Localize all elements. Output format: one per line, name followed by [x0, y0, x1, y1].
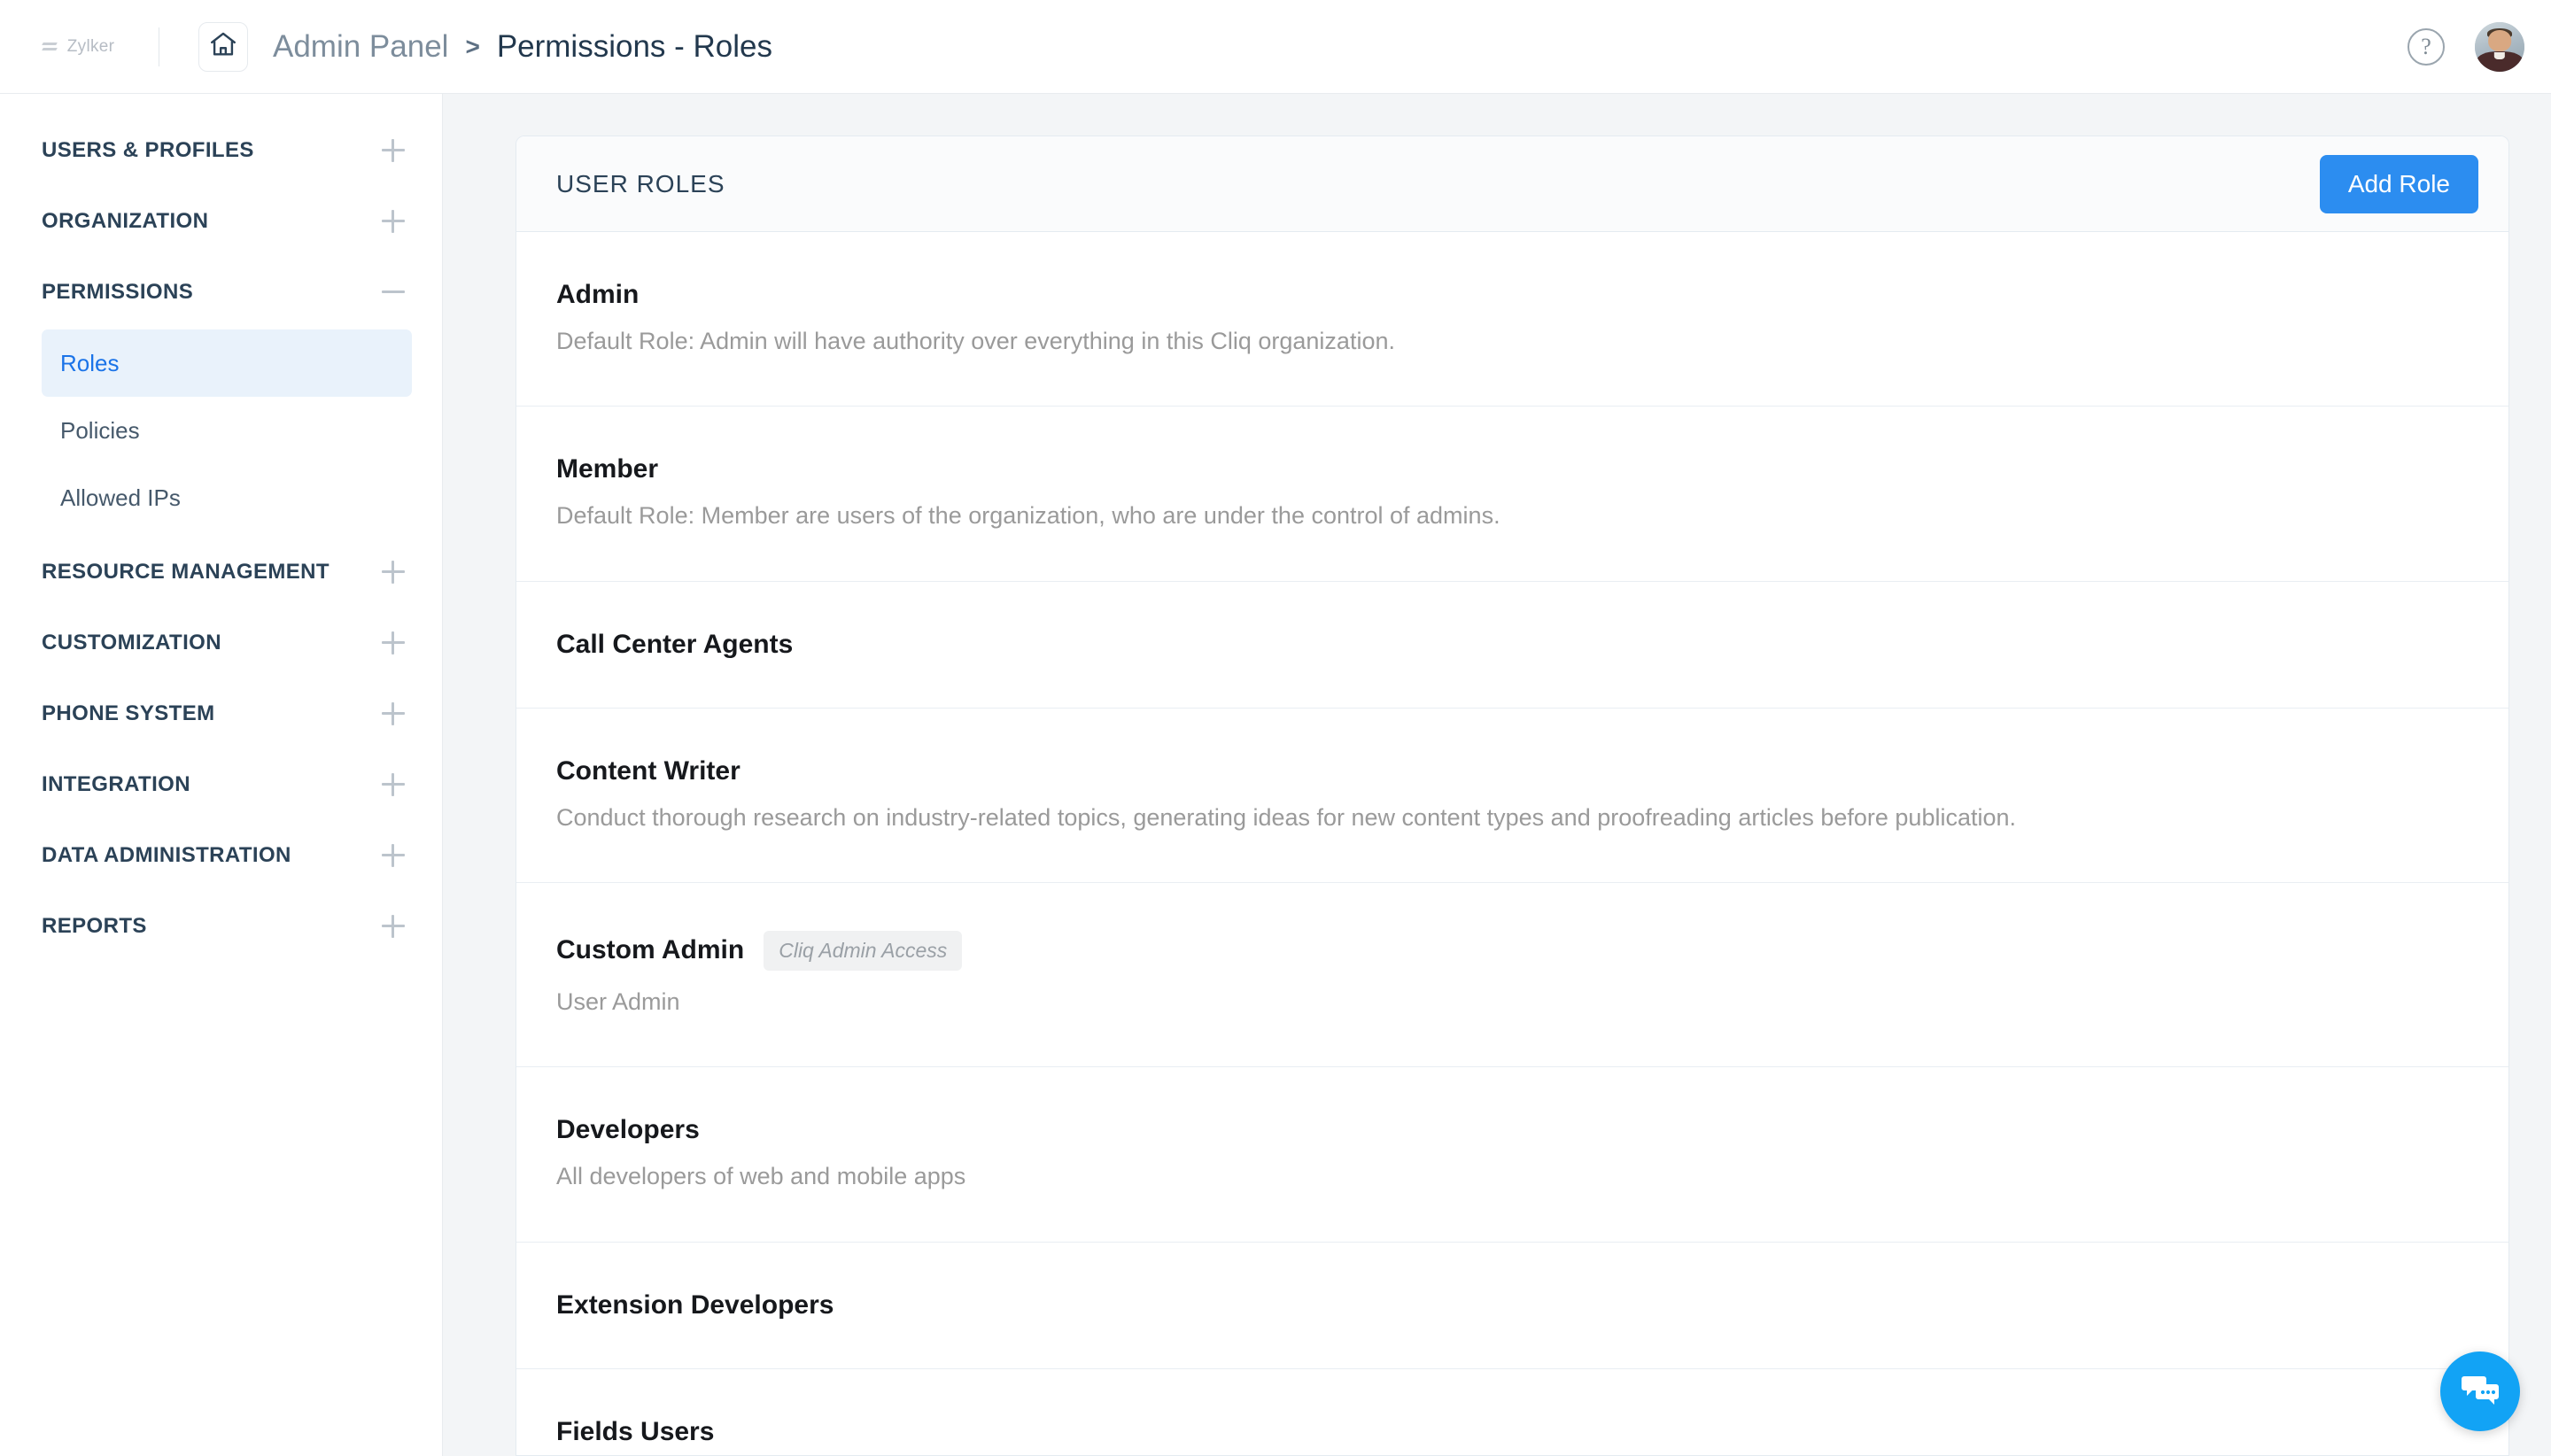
table-row[interactable]: Member Default Role: Member are users of…	[516, 407, 2508, 582]
role-description: User Admin	[556, 987, 680, 1015]
role-name: Member	[556, 454, 659, 484]
avatar[interactable]	[2475, 21, 2524, 72]
sidebar-item-label: Policies	[60, 416, 140, 444]
brand-logo[interactable]: Zylker	[0, 37, 155, 57]
plus-icon[interactable]	[382, 139, 405, 162]
sidebar-section-organization[interactable]: ORGANIZATION	[0, 186, 442, 257]
role-header: Call Center Agents	[556, 630, 2469, 660]
role-header: Content Writer	[556, 756, 2469, 786]
top-bar: Zylker Admin Panel > Permissions - Roles…	[0, 0, 2551, 94]
plus-icon[interactable]	[382, 631, 405, 654]
plus-icon[interactable]	[382, 561, 405, 584]
avatar-face	[2488, 30, 2511, 51]
avatar-collar	[2493, 52, 2506, 60]
zylker-logo-icon	[41, 38, 58, 56]
page-title: USER ROLES	[556, 169, 725, 197]
breadcrumb-admin-panel[interactable]: Admin Panel	[273, 29, 448, 65]
sidebar-section-data-administration[interactable]: DATA ADMINISTRATION	[0, 820, 442, 891]
table-row[interactable]: Fields Users	[516, 1369, 2508, 1455]
sidebar-item-allowed-ips[interactable]: Allowed IPs	[42, 464, 412, 531]
table-row[interactable]: Extension Developers	[516, 1243, 2508, 1369]
sidebar-section-label: PHONE SYSTEM	[42, 701, 215, 725]
plus-icon[interactable]	[382, 915, 405, 938]
role-description: Default Role: Member are users of the or…	[556, 502, 1500, 530]
plus-icon[interactable]	[382, 773, 405, 796]
sidebar-section-reports[interactable]: REPORTS	[0, 891, 442, 962]
sidebar-subnav-permissions: Roles Policies Allowed IPs	[0, 328, 442, 537]
chat-bubbles-icon	[2457, 1367, 2503, 1417]
role-name: Content Writer	[556, 755, 740, 786]
role-name: Admin	[556, 280, 640, 309]
main-content: USER ROLES Add Role Admin Default Role: …	[443, 94, 2551, 1456]
sidebar-item-policies[interactable]: Policies	[42, 397, 412, 464]
role-name: Extension Developers	[556, 1289, 834, 1320]
top-bar-actions: ?	[2408, 21, 2551, 72]
role-header: Custom Admin Cliq Admin Access	[556, 930, 2469, 971]
table-row[interactable]: Custom Admin Cliq Admin Access User Admi…	[516, 883, 2508, 1068]
sidebar-section-integration[interactable]: INTEGRATION	[0, 749, 442, 820]
sidebar-section-permissions[interactable]: PERMISSIONS	[0, 257, 442, 328]
chat-widget-button[interactable]	[2440, 1351, 2520, 1431]
role-description: Conduct thorough research on industry-re…	[556, 803, 2017, 831]
home-icon	[208, 29, 238, 64]
sidebar-section-label: DATA ADMINISTRATION	[42, 843, 291, 867]
user-roles-card: USER ROLES Add Role Admin Default Role: …	[516, 136, 2509, 1456]
role-header: Fields Users	[556, 1417, 2469, 1447]
role-header: Extension Developers	[556, 1290, 2469, 1320]
role-header: Developers	[556, 1115, 2469, 1145]
brand-name: Zylker	[66, 36, 115, 56]
table-row[interactable]: Content Writer Conduct thorough research…	[516, 709, 2508, 883]
sidebar-section-resource-management[interactable]: RESOURCE MANAGEMENT	[0, 537, 442, 608]
breadcrumb: Admin Panel > Permissions - Roles	[273, 29, 772, 65]
add-role-button[interactable]: Add Role	[2319, 154, 2478, 213]
sidebar-section-customization[interactable]: CUSTOMIZATION	[0, 608, 442, 678]
sidebar-section-users-profiles[interactable]: USERS & PROFILES	[0, 115, 442, 186]
sidebar-section-label: ORGANIZATION	[42, 209, 209, 233]
role-description: All developers of web and mobile apps	[556, 1163, 966, 1190]
plus-icon[interactable]	[382, 210, 405, 233]
role-name: Fields Users	[556, 1416, 715, 1446]
sidebar-item-roles[interactable]: Roles	[42, 329, 412, 397]
sidebar-section-label: USERS & PROFILES	[42, 138, 254, 162]
sidebar-item-label: Allowed IPs	[60, 484, 181, 511]
sidebar-section-label: CUSTOMIZATION	[42, 631, 221, 654]
sidebar-section-label: INTEGRATION	[42, 772, 190, 796]
sidebar-item-label: Roles	[60, 349, 120, 376]
sidebar-section-phone-system[interactable]: PHONE SYSTEM	[0, 678, 442, 749]
table-row[interactable]: Developers All developers of web and mob…	[516, 1067, 2508, 1243]
sidebar-section-label: RESOURCE MANAGEMENT	[42, 560, 330, 584]
role-header: Member	[556, 454, 2469, 484]
minus-icon[interactable]	[382, 281, 405, 304]
chevron-right-icon: >	[465, 32, 480, 60]
role-description: Default Role: Admin will have authority …	[556, 328, 1395, 354]
status-badge: Cliq Admin Access	[764, 930, 963, 971]
plus-icon[interactable]	[382, 844, 405, 867]
role-name: Call Center Agents	[556, 629, 794, 659]
card-header: USER ROLES Add Role	[516, 136, 2508, 232]
breadcrumb-current: Permissions - Roles	[496, 28, 773, 64]
role-name: Developers	[556, 1115, 700, 1145]
role-header: Admin	[556, 280, 2469, 310]
table-row[interactable]: Admin Default Role: Admin will have auth…	[516, 232, 2508, 407]
sidebar-section-label: PERMISSIONS	[42, 280, 194, 304]
sidebar-section-label: REPORTS	[42, 914, 147, 938]
table-row[interactable]: Call Center Agents	[516, 582, 2508, 709]
plus-icon[interactable]	[382, 702, 405, 725]
home-button[interactable]	[198, 21, 248, 72]
sidebar: USERS & PROFILES ORGANIZATION PERMISSION…	[0, 94, 443, 1456]
role-name: Custom Admin	[556, 935, 745, 965]
help-icon[interactable]: ?	[2408, 27, 2445, 66]
